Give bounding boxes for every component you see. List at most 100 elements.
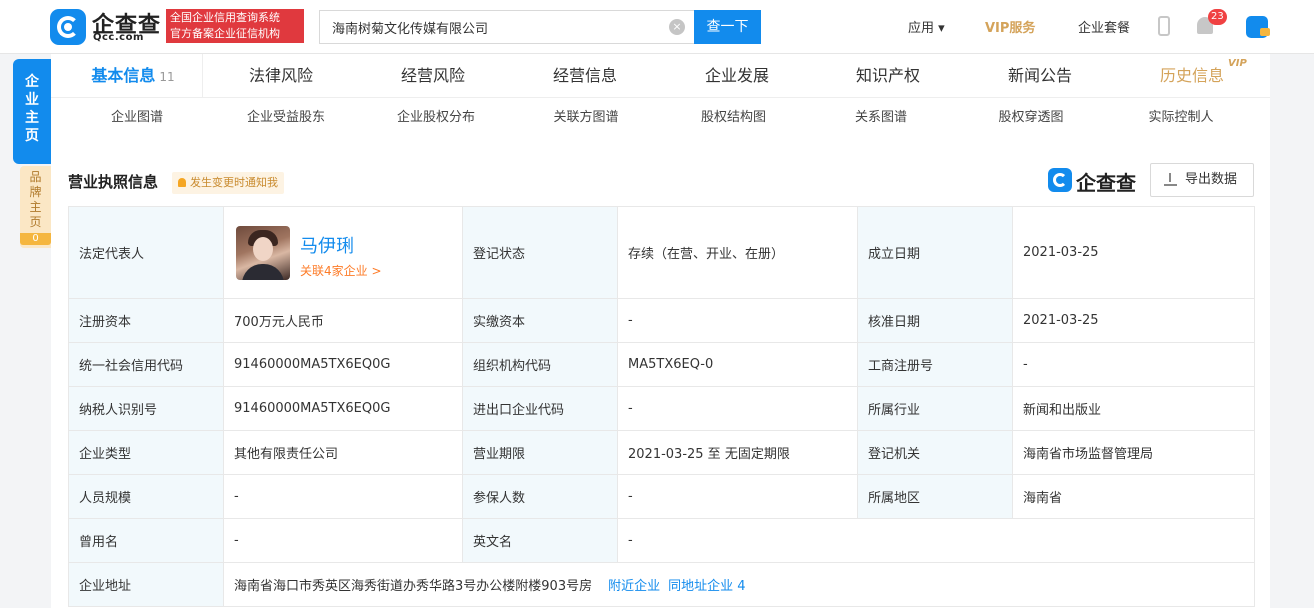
reg-capital-value: 700万元人民币 bbox=[223, 298, 463, 343]
subtab-equity-structure[interactable]: 股权结构图 bbox=[681, 98, 786, 138]
vip-crown-icon bbox=[1260, 28, 1270, 36]
sub-tabs: 企业图谱 企业受益股东 企业股权分布 关联方图谱 股权结构图 关系图谱 股权穿透… bbox=[51, 98, 1270, 138]
table-row: 注册资本 700万元人民币 实缴资本 - 核准日期 2021-03-25 bbox=[68, 298, 1255, 343]
reg-capital-label: 注册资本 bbox=[68, 298, 224, 343]
subtab-related-party-graph[interactable]: 关联方图谱 bbox=[531, 98, 641, 138]
subtab-equity-distribution[interactable]: 企业股权分布 bbox=[381, 98, 491, 138]
side-tab-company-home[interactable]: 企业主页 bbox=[13, 59, 51, 164]
industry-value: 新闻和出版业 bbox=[1012, 386, 1255, 431]
approve-date-label: 核准日期 bbox=[857, 298, 1013, 343]
approve-date-value: 2021-03-25 bbox=[1012, 298, 1255, 343]
business-term-value: 2021-03-25 至 无固定期限 bbox=[617, 430, 858, 475]
region-label: 所属地区 bbox=[857, 474, 1013, 519]
tab-operation-info[interactable]: 经营信息 bbox=[535, 54, 635, 98]
section-title: 营业执照信息 bbox=[68, 173, 159, 191]
download-icon bbox=[1164, 173, 1177, 186]
business-term-label: 营业期限 bbox=[462, 430, 618, 475]
export-data-label: 导出数据 bbox=[1185, 172, 1238, 187]
reg-authority-label: 登记机关 bbox=[857, 430, 1013, 475]
paid-capital-value: - bbox=[617, 298, 858, 343]
nav-enterprise-package[interactable]: 企业套餐 bbox=[1078, 17, 1130, 36]
table-row: 人员规模 - 参保人数 - 所属地区 海南省 bbox=[68, 474, 1255, 519]
table-row: 纳税人识别号 91460000MA5TX6EQ0G 进出口企业代码 - 所属行业… bbox=[68, 386, 1255, 431]
table-row: 企业类型 其他有限责任公司 营业期限 2021-03-25 至 无固定期限 登记… bbox=[68, 430, 1255, 475]
content-panel: 基本信息 11 法律风险 经营风险 经营信息 企业发展 知识产权 新闻公告 历史信… bbox=[51, 54, 1270, 608]
insured-count-value: - bbox=[617, 474, 858, 519]
user-avatar-icon[interactable] bbox=[1246, 16, 1270, 38]
address-cell: 海南省海口市秀英区海秀街道办秀华路3号办公楼附楼903号房 附近企业 同地址企业 4 bbox=[223, 562, 1255, 607]
tab-company-development[interactable]: 企业发展 bbox=[687, 54, 787, 98]
business-license-table: 法定代表人 马伊琍 关联4家企业 > 登记状态 存续（在营、开业、在册） 成立日… bbox=[68, 206, 1255, 607]
est-date-value: 2021-03-25 bbox=[1012, 206, 1255, 299]
staff-size-label: 人员规模 bbox=[68, 474, 224, 519]
legal-rep-avatar[interactable] bbox=[236, 225, 290, 280]
notification-count-badge: 23 bbox=[1208, 9, 1227, 25]
search-box: × bbox=[319, 10, 694, 44]
cert-line-2: 官方备案企业征信机构 bbox=[170, 27, 280, 40]
tax-id-label: 纳税人识别号 bbox=[68, 386, 224, 431]
tab-operation-risk[interactable]: 经营风险 bbox=[383, 54, 483, 98]
cert-line-1: 全国企业信用查询系统 bbox=[170, 11, 280, 24]
address-label: 企业地址 bbox=[68, 562, 224, 607]
nav-vip-service[interactable]: VIP服务 bbox=[985, 17, 1035, 36]
certification-banner: 全国企业信用查询系统 官方备案企业征信机构 bbox=[166, 9, 304, 43]
credit-code-label: 统一社会信用代码 bbox=[68, 342, 224, 387]
tab-intellectual-property[interactable]: 知识产权 bbox=[838, 54, 938, 98]
logo-subtext: Qcc.com bbox=[93, 32, 144, 43]
insured-count-label: 参保人数 bbox=[462, 474, 618, 519]
subtab-beneficial-owners[interactable]: 企业受益股东 bbox=[231, 98, 341, 138]
credit-code-value: 91460000MA5TX6EQ0G bbox=[223, 342, 463, 387]
subtab-equity-penetration[interactable]: 股权穿透图 bbox=[981, 98, 1081, 138]
paid-capital-label: 实缴资本 bbox=[462, 298, 618, 343]
industry-label: 所属行业 bbox=[857, 386, 1013, 431]
subtab-relationship-graph[interactable]: 关系图谱 bbox=[831, 98, 931, 138]
table-row: 企业地址 海南省海口市秀英区海秀街道办秀华路3号办公楼附楼903号房 附近企业 同地… bbox=[68, 562, 1255, 607]
former-name-label: 曾用名 bbox=[68, 518, 224, 563]
export-data-button[interactable]: 导出数据 bbox=[1150, 163, 1254, 197]
legal-rep-name[interactable]: 马伊琍 bbox=[300, 232, 354, 258]
top-header: 企查查 Qcc.com 全国企业信用查询系统 官方备案企业征信机构 × 查一下 … bbox=[0, 0, 1314, 54]
region-value: 海南省 bbox=[1012, 474, 1255, 519]
qcc-mark-icon bbox=[1048, 168, 1072, 192]
change-notify-label: 发生变更时通知我 bbox=[190, 176, 278, 189]
side-tab-company-home-label: 企业主页 bbox=[25, 74, 39, 144]
nearby-companies-link[interactable]: 附近企业 bbox=[608, 579, 660, 594]
english-name-label: 英文名 bbox=[462, 518, 618, 563]
biz-reg-value: - bbox=[1012, 342, 1255, 387]
legal-rep-label: 法定代表人 bbox=[68, 206, 224, 299]
subtab-actual-controller[interactable]: 实际控制人 bbox=[1131, 98, 1231, 138]
search-button[interactable]: 查一下 bbox=[694, 10, 761, 44]
tab-legal-risk[interactable]: 法律风险 bbox=[231, 54, 331, 98]
side-tab-brand-home[interactable]: 品牌主页 0 bbox=[20, 166, 51, 248]
same-address-companies-link[interactable]: 同地址企业 4 bbox=[668, 579, 745, 594]
org-code-label: 组织机构代码 bbox=[462, 342, 618, 387]
legal-rep-cell: 马伊琍 关联4家企业 > bbox=[223, 206, 463, 299]
subtab-company-graph[interactable]: 企业图谱 bbox=[87, 98, 187, 138]
tab-basic-info[interactable]: 基本信息 11 bbox=[73, 54, 193, 98]
company-type-value: 其他有限责任公司 bbox=[223, 430, 463, 475]
reg-status-label: 登记状态 bbox=[462, 206, 618, 299]
tab-news[interactable]: 新闻公告 bbox=[990, 54, 1090, 98]
tab-history-info[interactable]: 历史信息 bbox=[1142, 54, 1242, 98]
related-companies-link[interactable]: 关联4家企业 > bbox=[300, 262, 382, 279]
bell-icon bbox=[178, 178, 186, 187]
tax-id-value: 91460000MA5TX6EQ0G bbox=[223, 386, 463, 431]
section-brand-text: 企查查 bbox=[1076, 171, 1136, 195]
side-tab-brand-home-label: 品牌主页 bbox=[29, 170, 42, 229]
tab-basic-info-count: 11 bbox=[159, 70, 175, 84]
clear-icon[interactable]: × bbox=[669, 19, 685, 35]
brand-count-badge: 0 bbox=[20, 233, 51, 245]
change-notify-button[interactable]: 发生变更时通知我 bbox=[172, 172, 284, 194]
tab-divider bbox=[202, 54, 203, 98]
nav-apps-menu[interactable]: 应用 ▾ bbox=[908, 17, 945, 36]
qcc-logo[interactable]: 企查查 Qcc.com bbox=[50, 9, 160, 45]
address-value: 海南省海口市秀英区海秀街道办秀华路3号办公楼附楼903号房 bbox=[234, 579, 593, 594]
english-name-value: - bbox=[617, 518, 1255, 563]
search-input[interactable] bbox=[320, 11, 660, 43]
vip-badge: VIP bbox=[1228, 58, 1247, 69]
org-code-value: MA5TX6EQ-0 bbox=[617, 342, 858, 387]
table-row: 统一社会信用代码 91460000MA5TX6EQ0G 组织机构代码 MA5TX… bbox=[68, 342, 1255, 387]
mobile-phone-icon[interactable] bbox=[1158, 16, 1170, 36]
table-row: 曾用名 - 英文名 - bbox=[68, 518, 1255, 563]
reg-status-value: 存续（在营、开业、在册） bbox=[617, 206, 858, 299]
